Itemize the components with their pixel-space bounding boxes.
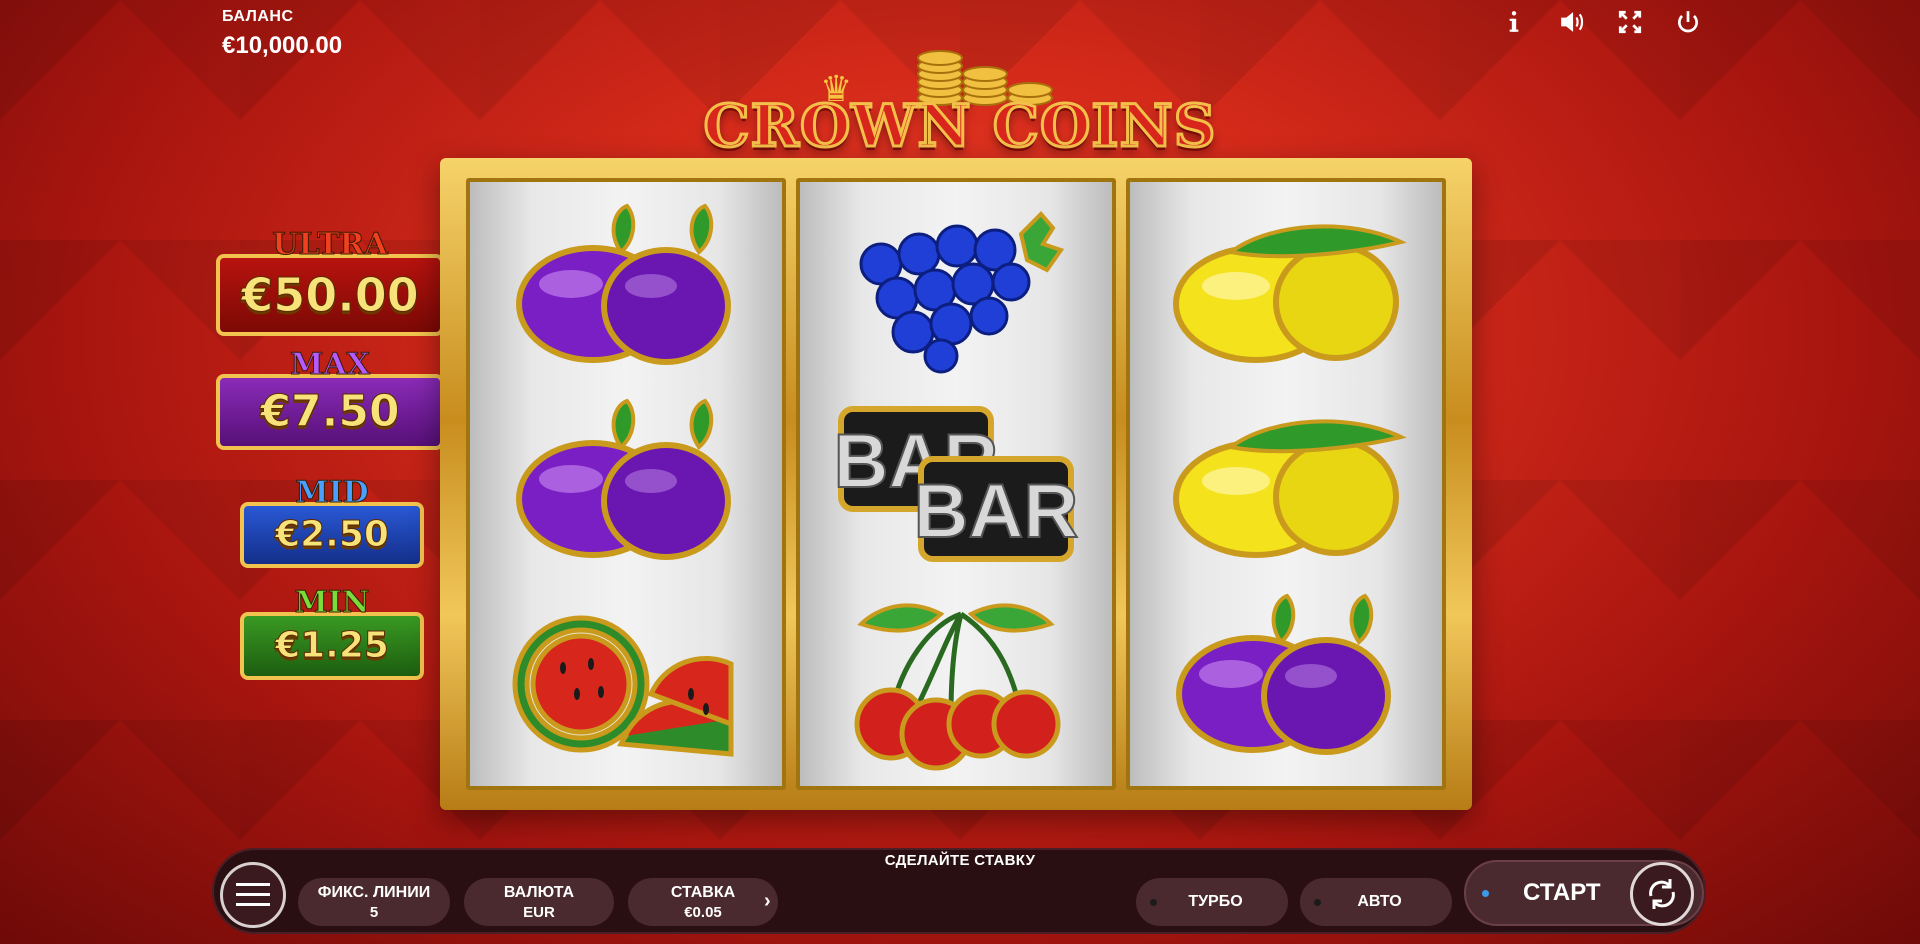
turbo-indicator bbox=[1150, 898, 1157, 906]
jackpot-max-value: €7.50 bbox=[216, 374, 444, 450]
jackpot-mid: MID €2.50 bbox=[240, 477, 424, 568]
hamburger-icon bbox=[236, 883, 270, 906]
game-logo: ♛ CROWN COINS bbox=[700, 50, 1220, 162]
sound-icon[interactable] bbox=[1556, 6, 1588, 38]
chevron-right-icon[interactable]: › bbox=[764, 890, 771, 913]
svg-text:BAR: BAR bbox=[914, 469, 1079, 554]
jackpot-min: MIN €1.25 bbox=[240, 587, 424, 680]
power-icon[interactable] bbox=[1672, 6, 1704, 38]
auto-toggle[interactable]: АВТО bbox=[1300, 878, 1452, 926]
lemon-icon bbox=[1161, 194, 1411, 384]
jackpot-mid-value: €2.50 bbox=[240, 502, 424, 568]
stake-value: €0.05 bbox=[684, 903, 722, 921]
grapes-icon bbox=[831, 194, 1081, 384]
lemon-icon bbox=[1161, 389, 1411, 579]
lines-label: ФИКС. ЛИНИИ bbox=[317, 883, 431, 901]
plum-icon bbox=[501, 389, 751, 579]
turbo-label: ТУРБО bbox=[1188, 893, 1243, 910]
top-toolbar bbox=[1498, 6, 1704, 38]
stake-label: СТАВКА bbox=[670, 883, 736, 901]
spin-button[interactable] bbox=[1630, 862, 1694, 926]
auto-label: АВТО bbox=[1357, 893, 1402, 910]
lines-value: 5 bbox=[369, 903, 379, 921]
auto-indicator bbox=[1314, 898, 1321, 906]
start-label: СТАРТ bbox=[1523, 879, 1601, 906]
reels-frame: BAR BAR bbox=[440, 158, 1472, 810]
menu-button[interactable] bbox=[220, 862, 286, 928]
balance-value: €10,000.00 bbox=[222, 32, 343, 59]
plum-icon bbox=[1161, 584, 1411, 774]
currency-value: EUR bbox=[523, 903, 555, 921]
balance-label: БАЛАНС bbox=[222, 8, 294, 25]
fullscreen-icon[interactable] bbox=[1614, 6, 1646, 38]
reels-area: BAR BAR bbox=[466, 178, 1446, 790]
info-icon[interactable] bbox=[1498, 6, 1530, 38]
start-indicator bbox=[1482, 889, 1489, 897]
reel-2: BAR BAR bbox=[796, 178, 1116, 790]
reel-1 bbox=[466, 178, 786, 790]
bar-icon: BAR BAR bbox=[831, 389, 1081, 579]
jackpot-min-value: €1.25 bbox=[240, 612, 424, 680]
jackpot-max: MAX €7.50 bbox=[216, 349, 444, 450]
jackpot-ultra-value: €50.00 bbox=[216, 254, 444, 336]
spin-arrows-icon bbox=[1649, 879, 1675, 909]
plum-icon bbox=[501, 194, 751, 384]
jackpot-ultra: ULTRA €50.00 bbox=[216, 229, 444, 336]
stake-selector[interactable]: СТАВКА €0.05 bbox=[628, 878, 778, 926]
logo-title: CROWN COINS bbox=[702, 91, 1217, 162]
currency-selector[interactable]: ВАЛЮТА EUR bbox=[464, 878, 614, 926]
turbo-toggle[interactable]: ТУРБО bbox=[1136, 878, 1288, 926]
balance-panel: БАЛАНС €10,000.00 bbox=[222, 8, 342, 60]
lines-selector[interactable]: ФИКС. ЛИНИИ 5 bbox=[298, 878, 450, 926]
reel-3 bbox=[1126, 178, 1446, 790]
currency-label: ВАЛЮТА bbox=[503, 883, 575, 901]
watermelon-icon bbox=[501, 584, 751, 774]
cherries-icon bbox=[831, 584, 1081, 774]
